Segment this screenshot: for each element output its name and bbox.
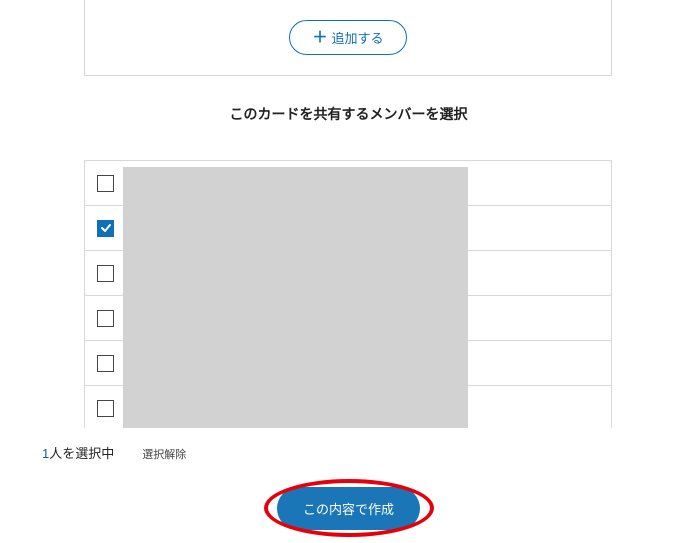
member-checkbox[interactable] <box>97 265 114 282</box>
plus-icon: ＋ <box>312 30 327 45</box>
check-icon <box>100 222 112 234</box>
add-button-label: 追加する <box>332 28 384 47</box>
member-checkbox[interactable] <box>97 310 114 327</box>
top-card: ＋ 追加する <box>84 0 612 76</box>
redaction-overlay <box>123 167 468 428</box>
member-checkbox[interactable] <box>97 400 114 417</box>
submit-highlight: この内容で作成 <box>264 479 434 537</box>
section-title: このカードを共有するメンバーを選択 <box>0 104 697 124</box>
add-button[interactable]: ＋ 追加する <box>289 20 406 55</box>
selected-count-suffix: 人を選択中 <box>49 446 114 461</box>
clear-selection[interactable]: 選択解除 <box>142 446 186 462</box>
member-checkbox[interactable] <box>97 355 114 372</box>
submit-area: この内容で作成 <box>0 479 697 537</box>
selected-count: 1人を選択中 <box>42 443 114 462</box>
status-bar: 1人を選択中 選択解除 <box>42 443 186 462</box>
member-checkbox[interactable] <box>97 175 114 192</box>
member-checkbox[interactable] <box>97 220 114 237</box>
submit-button[interactable]: この内容で作成 <box>277 487 420 530</box>
